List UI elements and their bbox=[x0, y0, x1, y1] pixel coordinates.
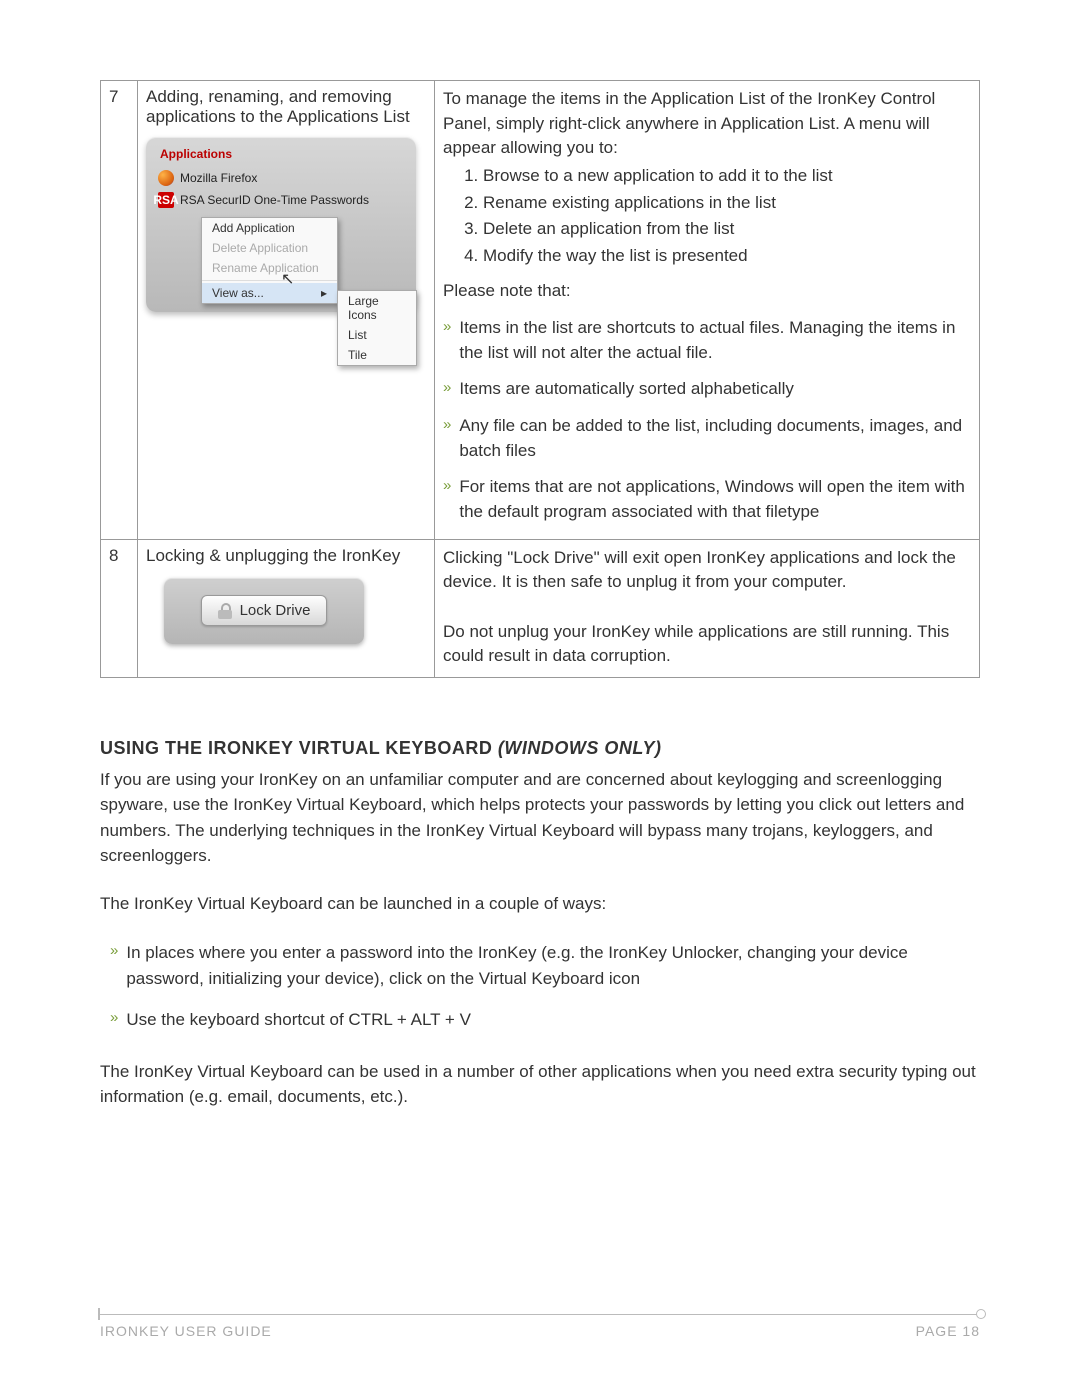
viewas-label: View as... bbox=[212, 286, 264, 300]
lock-drive-label: Lock Drive bbox=[240, 602, 311, 619]
context-menu-add: Add Application bbox=[202, 218, 337, 238]
row-title-cell: Adding, renaming, and removing applicati… bbox=[138, 81, 435, 540]
instruction-table: 7 Adding, renaming, and removing applica… bbox=[100, 80, 980, 678]
section-heading: USING THE IRONKEY VIRTUAL KEYBOARD (WIND… bbox=[100, 738, 980, 759]
chevron-icon: » bbox=[110, 1007, 118, 1033]
list-item-text: Use the keyboard shortcut of CTRL + ALT … bbox=[126, 1007, 471, 1033]
note-text: Items are automatically sorted alphabeti… bbox=[459, 377, 794, 402]
note-label: Please note that: bbox=[443, 279, 971, 304]
row-title: Locking & unplugging the IronKey bbox=[146, 546, 426, 566]
apps-heading: Applications bbox=[146, 145, 416, 167]
context-menu-rename: Rename Application bbox=[202, 258, 337, 278]
footer-right: PAGE 18 bbox=[916, 1323, 980, 1339]
chevron-icon: » bbox=[443, 377, 451, 402]
app-row-firefox: Mozilla Firefox bbox=[146, 167, 416, 189]
list-item-text: In places where you enter a password int… bbox=[126, 940, 980, 991]
chevron-icon: » bbox=[110, 940, 118, 991]
intro-text: To manage the items in the Application L… bbox=[443, 87, 971, 161]
context-menu: Add Application Delete Application Renam… bbox=[201, 217, 338, 304]
body-paragraph-1: If you are using your IronKey on an unfa… bbox=[100, 767, 980, 869]
chevron-right-icon: ▸ bbox=[321, 286, 327, 300]
note-text: For items that are not applications, Win… bbox=[459, 475, 971, 524]
note-item: »Any file can be added to the list, incl… bbox=[443, 408, 971, 469]
footer-left: IRONKEY USER GUIDE bbox=[100, 1323, 272, 1339]
table-row: 7 Adding, renaming, and removing applica… bbox=[101, 81, 980, 540]
note-item: »For items that are not applications, Wi… bbox=[443, 469, 971, 530]
chevron-icon: » bbox=[443, 414, 451, 463]
notes-list: »Items in the list are shortcuts to actu… bbox=[443, 310, 971, 530]
row-title: Adding, renaming, and removing applicati… bbox=[146, 87, 426, 127]
table-row: 8 Locking & unplugging the IronKey Lock … bbox=[101, 539, 980, 677]
heading-qualifier: (WINDOWS ONLY) bbox=[498, 738, 662, 758]
app-label: RSA SecurID One-Time Passwords bbox=[180, 193, 369, 207]
chevron-icon: » bbox=[443, 475, 451, 524]
step-4: Modify the way the list is presented bbox=[483, 243, 971, 270]
chevron-icon: » bbox=[443, 316, 451, 365]
submenu-tile: Tile bbox=[338, 345, 416, 365]
body-paragraph-2: The IronKey Virtual Keyboard can be laun… bbox=[100, 891, 980, 917]
lockdrive-panel-screenshot: Lock Drive bbox=[164, 578, 364, 644]
step-3: Delete an application from the list bbox=[483, 216, 971, 243]
app-label: Mozilla Firefox bbox=[180, 171, 257, 185]
applications-panel-screenshot: Applications Mozilla Firefox RSA RSA Sec… bbox=[146, 137, 416, 312]
context-menu-delete: Delete Application bbox=[202, 238, 337, 258]
app-row-rsa: RSA RSA SecurID One-Time Passwords bbox=[146, 189, 416, 211]
lock-drive-button: Lock Drive bbox=[201, 595, 328, 626]
note-item: »Items in the list are shortcuts to actu… bbox=[443, 310, 971, 371]
step-2: Rename existing applications in the list bbox=[483, 190, 971, 217]
note-item: » Items are automatically sorted alphabet… bbox=[443, 371, 971, 408]
rsa-icon: RSA bbox=[158, 192, 174, 208]
row-description-cell: To manage the items in the Application L… bbox=[435, 81, 980, 540]
launch-methods-list: »In places where you enter a password in… bbox=[110, 932, 980, 1041]
submenu-list: List bbox=[338, 325, 416, 345]
step-1: Browse to a new application to add it to… bbox=[483, 163, 971, 190]
list-item: »In places where you enter a password in… bbox=[110, 932, 980, 999]
lock-para-2: Do not unplug your IronKey while applica… bbox=[443, 620, 971, 669]
lock-icon bbox=[218, 603, 232, 619]
page-footer: IRONKEY USER GUIDE PAGE 18 bbox=[100, 1323, 980, 1339]
submenu-large-icons: Large Icons bbox=[338, 291, 416, 325]
footer-rule bbox=[100, 1314, 980, 1315]
note-text: Any file can be added to the list, inclu… bbox=[459, 414, 971, 463]
row-title-cell: Locking & unplugging the IronKey Lock Dr… bbox=[138, 539, 435, 677]
row-number: 8 bbox=[101, 539, 138, 677]
ordered-steps: Browse to a new application to add it to… bbox=[443, 163, 971, 270]
note-text: Items in the list are shortcuts to actua… bbox=[459, 316, 971, 365]
cursor-icon: ↖ bbox=[281, 269, 294, 289]
body-paragraph-3: The IronKey Virtual Keyboard can be used… bbox=[100, 1059, 980, 1110]
context-menu-separator bbox=[202, 280, 337, 281]
viewas-submenu: Large Icons List Tile bbox=[337, 290, 417, 366]
row-number: 7 bbox=[101, 81, 138, 540]
list-item: » Use the keyboard shortcut of CTRL + ALT… bbox=[110, 999, 980, 1041]
firefox-icon bbox=[158, 170, 174, 186]
context-menu-viewas: View as... ▸ bbox=[202, 283, 337, 303]
lock-para-1: Clicking "Lock Drive" will exit open Iro… bbox=[443, 546, 971, 595]
heading-main: USING THE IRONKEY VIRTUAL KEYBOARD bbox=[100, 738, 498, 758]
row-description-cell: Clicking "Lock Drive" will exit open Iro… bbox=[435, 539, 980, 677]
